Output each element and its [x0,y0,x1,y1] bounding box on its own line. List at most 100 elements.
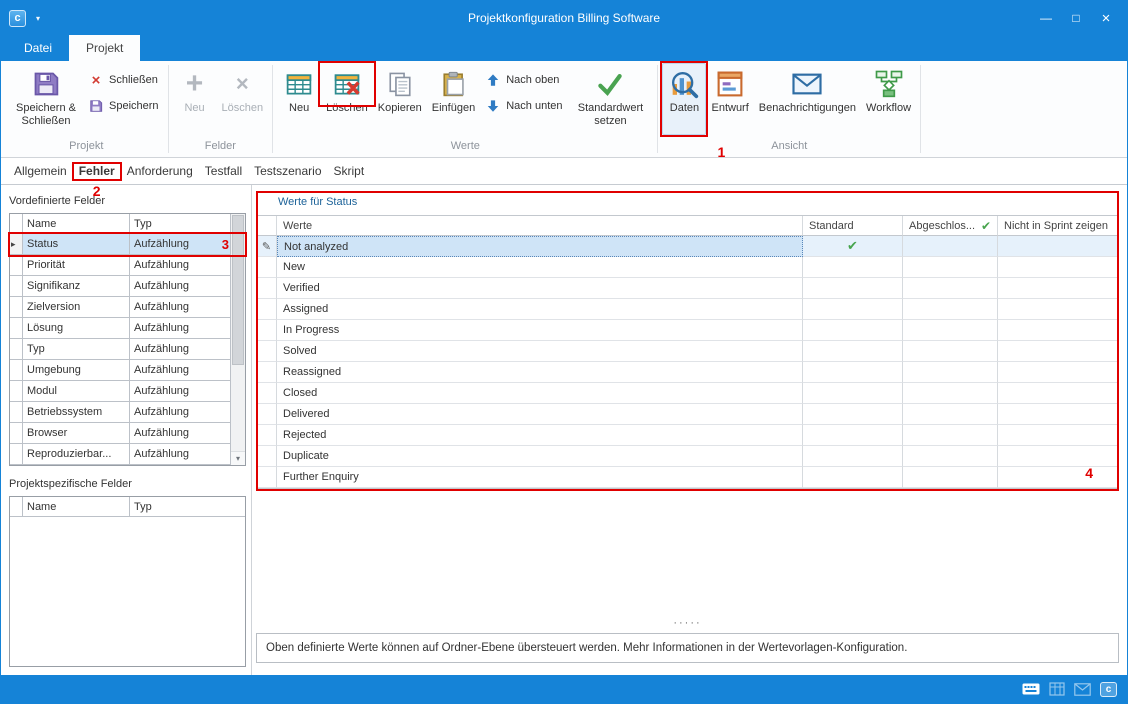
statusbar-app-icon[interactable]: c [1100,682,1117,697]
value-row[interactable]: Duplicate [257,446,1118,467]
ribbon-group-felder: + Neu × Löschen Felder [169,61,273,157]
einfuegen-button[interactable]: Einfügen [427,63,480,135]
value-row[interactable]: New [257,257,1118,278]
project-fields-label: Projektspezifische Felder [9,478,245,490]
ribbon-group-projekt: Speichern & Schließen × Schließen Speich… [5,61,168,157]
group-separator [920,65,921,153]
werte-loeschen-button[interactable]: Löschen [321,63,373,135]
values-panel: 4 Werte für Status Werte Standard Abgesc… [252,185,1127,675]
save-and-close-button[interactable]: Speichern & Schließen [9,63,83,135]
table-row[interactable]: Zielversion Aufzählung [10,297,230,318]
value-row[interactable]: Closed [257,383,1118,404]
window-controls: — □ × [1033,8,1119,28]
column-header-standard[interactable]: Standard [803,216,903,236]
table-row[interactable]: Priorität Aufzählung [10,255,230,276]
kopieren-button[interactable]: Kopieren [373,63,427,135]
table-row[interactable]: Signifikanz Aufzählung [10,276,230,297]
group-label-projekt: Projekt [5,139,168,157]
table-row[interactable]: Reproduzierbar... Aufzählung [10,444,230,465]
werte-neu-button[interactable]: Neu [277,63,321,135]
app-window: c ▾ Projektkonfiguration Billing Softwar… [0,0,1128,704]
table-header-row: Name Typ [10,214,230,234]
nach-unten-button[interactable]: Nach unten [485,98,562,114]
workflow-label: Workflow [866,102,911,115]
vertical-scrollbar[interactable]: ▾ [230,214,245,465]
tab-testfall[interactable]: Testfall [199,160,248,182]
nach-unten-label: Nach unten [506,100,562,112]
column-header-werte[interactable]: Werte [277,216,803,236]
value-row[interactable]: Verified [257,278,1118,299]
tab-skript[interactable]: Skript [328,160,371,182]
value-row[interactable]: Reassigned [257,362,1118,383]
statusbar-keyboard-icon[interactable] [1022,682,1040,696]
column-header-sprint[interactable]: Nicht in Sprint zeigen [998,216,1118,236]
ribbon-tab-datei[interactable]: Datei [7,35,69,61]
table-row[interactable]: Browser Aufzählung [10,423,230,444]
standardwert-setzen-label: Standardwert setzen [572,102,648,128]
nach-oben-label: Nach oben [506,74,559,86]
standardwert-setzen-button[interactable]: Standardwert setzen [567,63,653,135]
values-table: Werte Standard Abgeschlos... ✔ Nicht in … [256,215,1119,489]
statusbar-grid-icon[interactable] [1049,682,1065,696]
table-row-status[interactable]: 3 ▸ Status Aufzählung [10,234,230,255]
daten-button[interactable]: 1 Daten [662,63,706,135]
einfuegen-label: Einfügen [432,102,475,115]
column-header-abgeschlossen[interactable]: Abgeschlos... ✔ [903,216,998,236]
daten-label: Daten [670,102,699,115]
move-buttons: Nach oben Nach unten [480,63,567,114]
value-row[interactable]: Delivered [257,404,1118,425]
table-row[interactable]: Betriebssystem Aufzählung [10,402,230,423]
felder-neu-button[interactable]: + Neu [173,63,217,135]
nach-oben-button[interactable]: Nach oben [485,72,562,88]
tab-fehler[interactable]: 2 Fehler [73,160,121,182]
value-row-selected[interactable]: ✎ Not analyzed ✔ [257,236,1118,257]
table-row[interactable]: Umgebung Aufzählung [10,360,230,381]
value-row[interactable]: Rejected [257,425,1118,446]
statusbar-mail-icon[interactable] [1074,683,1091,696]
ribbon-group-ansicht: 1 Daten Entwurf Benachrichtig [658,61,920,157]
tab-anforderung[interactable]: Anforderung [121,160,199,182]
maximize-button[interactable]: □ [1063,8,1089,28]
statusbar: c [1,675,1127,703]
column-header-typ[interactable]: Typ [130,497,245,517]
felder-loeschen-button[interactable]: × Löschen [217,63,269,135]
quick-access-caret-icon[interactable]: ▾ [36,14,40,23]
column-header-typ[interactable]: Typ [130,214,230,234]
schliessen-label: Schließen [109,74,158,86]
save-close-icon [31,69,61,99]
minimize-button[interactable]: — [1033,8,1059,28]
projekt-small-buttons: × Schließen Speichern [83,63,164,114]
info-note: Oben definierte Werte können auf Ordner-… [256,633,1119,663]
ribbon-tab-projekt[interactable]: Projekt [69,35,140,61]
group-label-ansicht: Ansicht [658,139,920,157]
werte-loeschen-label: Löschen [326,102,368,115]
tab-allgemein[interactable]: Allgemein [8,160,73,182]
table-row[interactable]: Lösung Aufzählung [10,318,230,339]
close-button[interactable]: × [1093,8,1119,28]
column-header-name[interactable]: Name [23,497,130,517]
entwurf-button[interactable]: Entwurf [706,63,753,135]
splitter-grip-icon[interactable]: ····· [256,618,1119,628]
table-row[interactable]: Typ Aufzählung [10,339,230,360]
scroll-down-icon[interactable]: ▾ [231,451,245,465]
paste-icon [439,69,469,99]
felder-loeschen-label: Löschen [222,102,264,115]
column-header-name[interactable]: Name [23,214,130,234]
workflow-button[interactable]: Workflow [861,63,916,135]
value-row[interactable]: Further Enquiry [257,467,1118,488]
benachrichtigungen-button[interactable]: Benachrichtigungen [754,63,861,135]
scrollbar-thumb[interactable] [232,215,244,365]
schliessen-button[interactable]: × Schließen [88,72,159,88]
speichern-button[interactable]: Speichern [88,98,159,114]
app-logo-icon[interactable]: c [9,10,26,27]
value-row[interactable]: Assigned [257,299,1118,320]
ribbon-group-werte: Neu Löschen Kopieren [273,61,657,157]
value-row[interactable]: In Progress [257,320,1118,341]
values-section: 4 Werte für Status Werte Standard Abgesc… [256,191,1119,489]
table-header-row: Werte Standard Abgeschlos... ✔ Nicht in … [257,216,1118,236]
table-row[interactable]: Modul Aufzählung [10,381,230,402]
predefined-fields-label: Vordefinierte Felder [9,195,245,207]
tab-testszenario[interactable]: Testszenario [248,160,327,182]
value-row[interactable]: Solved [257,341,1118,362]
check-green-icon [595,69,625,99]
